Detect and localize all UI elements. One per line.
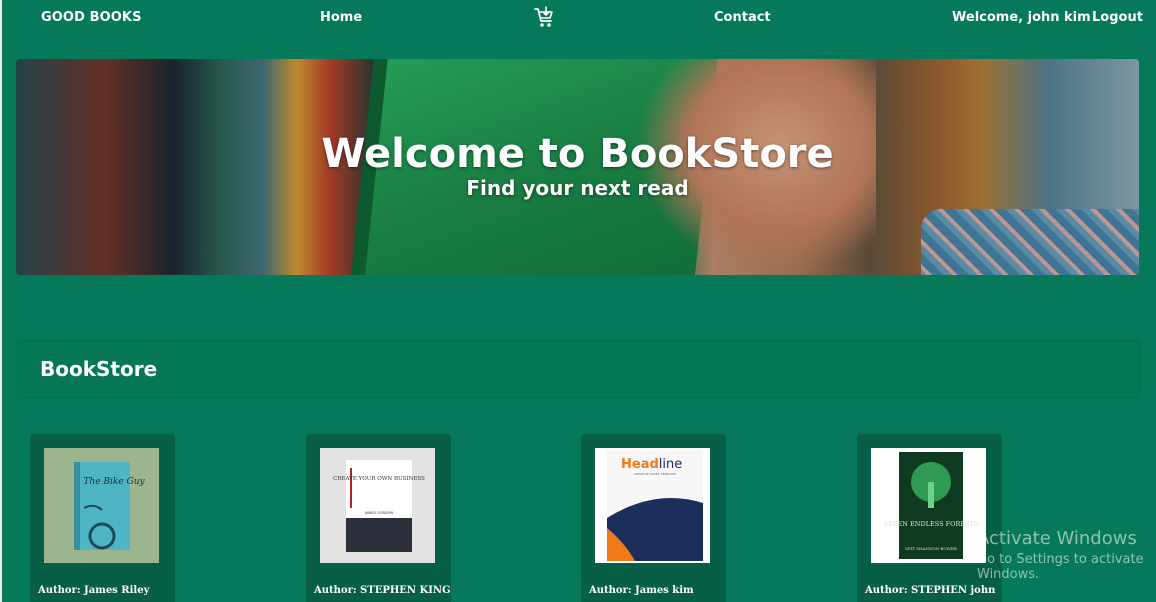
book-cover-image[interactable]: CREATE YOUR OWN BUSINESS JAMES GORDON <box>320 448 435 563</box>
cover-author-text: SPIT SHANNON BOWER <box>905 546 957 551</box>
nav-contact-link[interactable]: Contact <box>714 10 771 25</box>
hero-banner: Welcome to BookStore Find your next read <box>16 59 1139 275</box>
activate-windows-watermark: Activate Windows Go to Settings to activ… <box>977 528 1156 582</box>
business-book-cover: CREATE YOUR OWN BUSINESS JAMES GORDON <box>320 448 435 563</box>
book-cover-image[interactable]: Headline CREATIVE COVER TEMPLATE <box>595 448 710 563</box>
book-author: Author: STEPHEN KING <box>314 585 451 596</box>
book-author: Author: James kim <box>589 585 694 596</box>
book-author: Author: STEPHEN john <box>865 585 996 596</box>
cover-author-text: JAMES GORDON <box>364 511 393 515</box>
watermark-line1: Activate Windows <box>977 528 1137 549</box>
forests-book-cover: SEVEN ENDLESS FORESTS SPIT SHANNON BOWER <box>871 448 986 563</box>
book-card[interactable]: The Bike Guy Author: James Riley <box>30 434 175 602</box>
bike-book-cover: The Bike Guy <box>44 448 159 563</box>
cover-sub-text: CREATIVE COVER TEMPLATE <box>634 472 676 476</box>
page: GOOD BOOKS Home Contact Welcome, john ki… <box>0 0 1156 602</box>
book-card[interactable]: CREATE YOUR OWN BUSINESS JAMES GORDON Au… <box>306 434 451 602</box>
nav-home-link[interactable]: Home <box>320 10 362 25</box>
brand-logo[interactable]: GOOD BOOKS <box>41 10 142 25</box>
headline-book-cover: Headline CREATIVE COVER TEMPLATE <box>595 448 710 563</box>
book-author: Author: James Riley <box>38 585 150 596</box>
bookstore-section-header: BookStore <box>17 340 1140 398</box>
cover-title-text: The Bike Guy <box>83 477 145 487</box>
cart-icon-svg <box>534 6 553 27</box>
cover-title-text: SEVEN ENDLESS FORESTS <box>884 520 979 528</box>
book-cover-image[interactable]: The Bike Guy <box>44 448 159 563</box>
watermark-line2: Go to Settings to activate Windows. <box>977 552 1144 582</box>
navbar: GOOD BOOKS Home Contact Welcome, john ki… <box>2 0 1156 38</box>
hero-subtitle: Find your next read <box>466 176 689 200</box>
cover-title-text: CREATE YOUR OWN BUSINESS <box>333 476 425 482</box>
cover-title-text: Headline <box>621 457 682 472</box>
book-card[interactable]: Headline CREATIVE COVER TEMPLATE Author:… <box>581 434 726 602</box>
user-welcome-text: Welcome, john kim <box>952 10 1091 25</box>
cart-icon[interactable] <box>532 5 556 31</box>
logout-link[interactable]: Logout <box>1092 10 1143 25</box>
book-cover-image[interactable]: SEVEN ENDLESS FORESTS SPIT SHANNON BOWER <box>871 448 986 563</box>
hero-title: Welcome to BookStore <box>321 131 834 177</box>
section-title: BookStore <box>40 357 158 381</box>
